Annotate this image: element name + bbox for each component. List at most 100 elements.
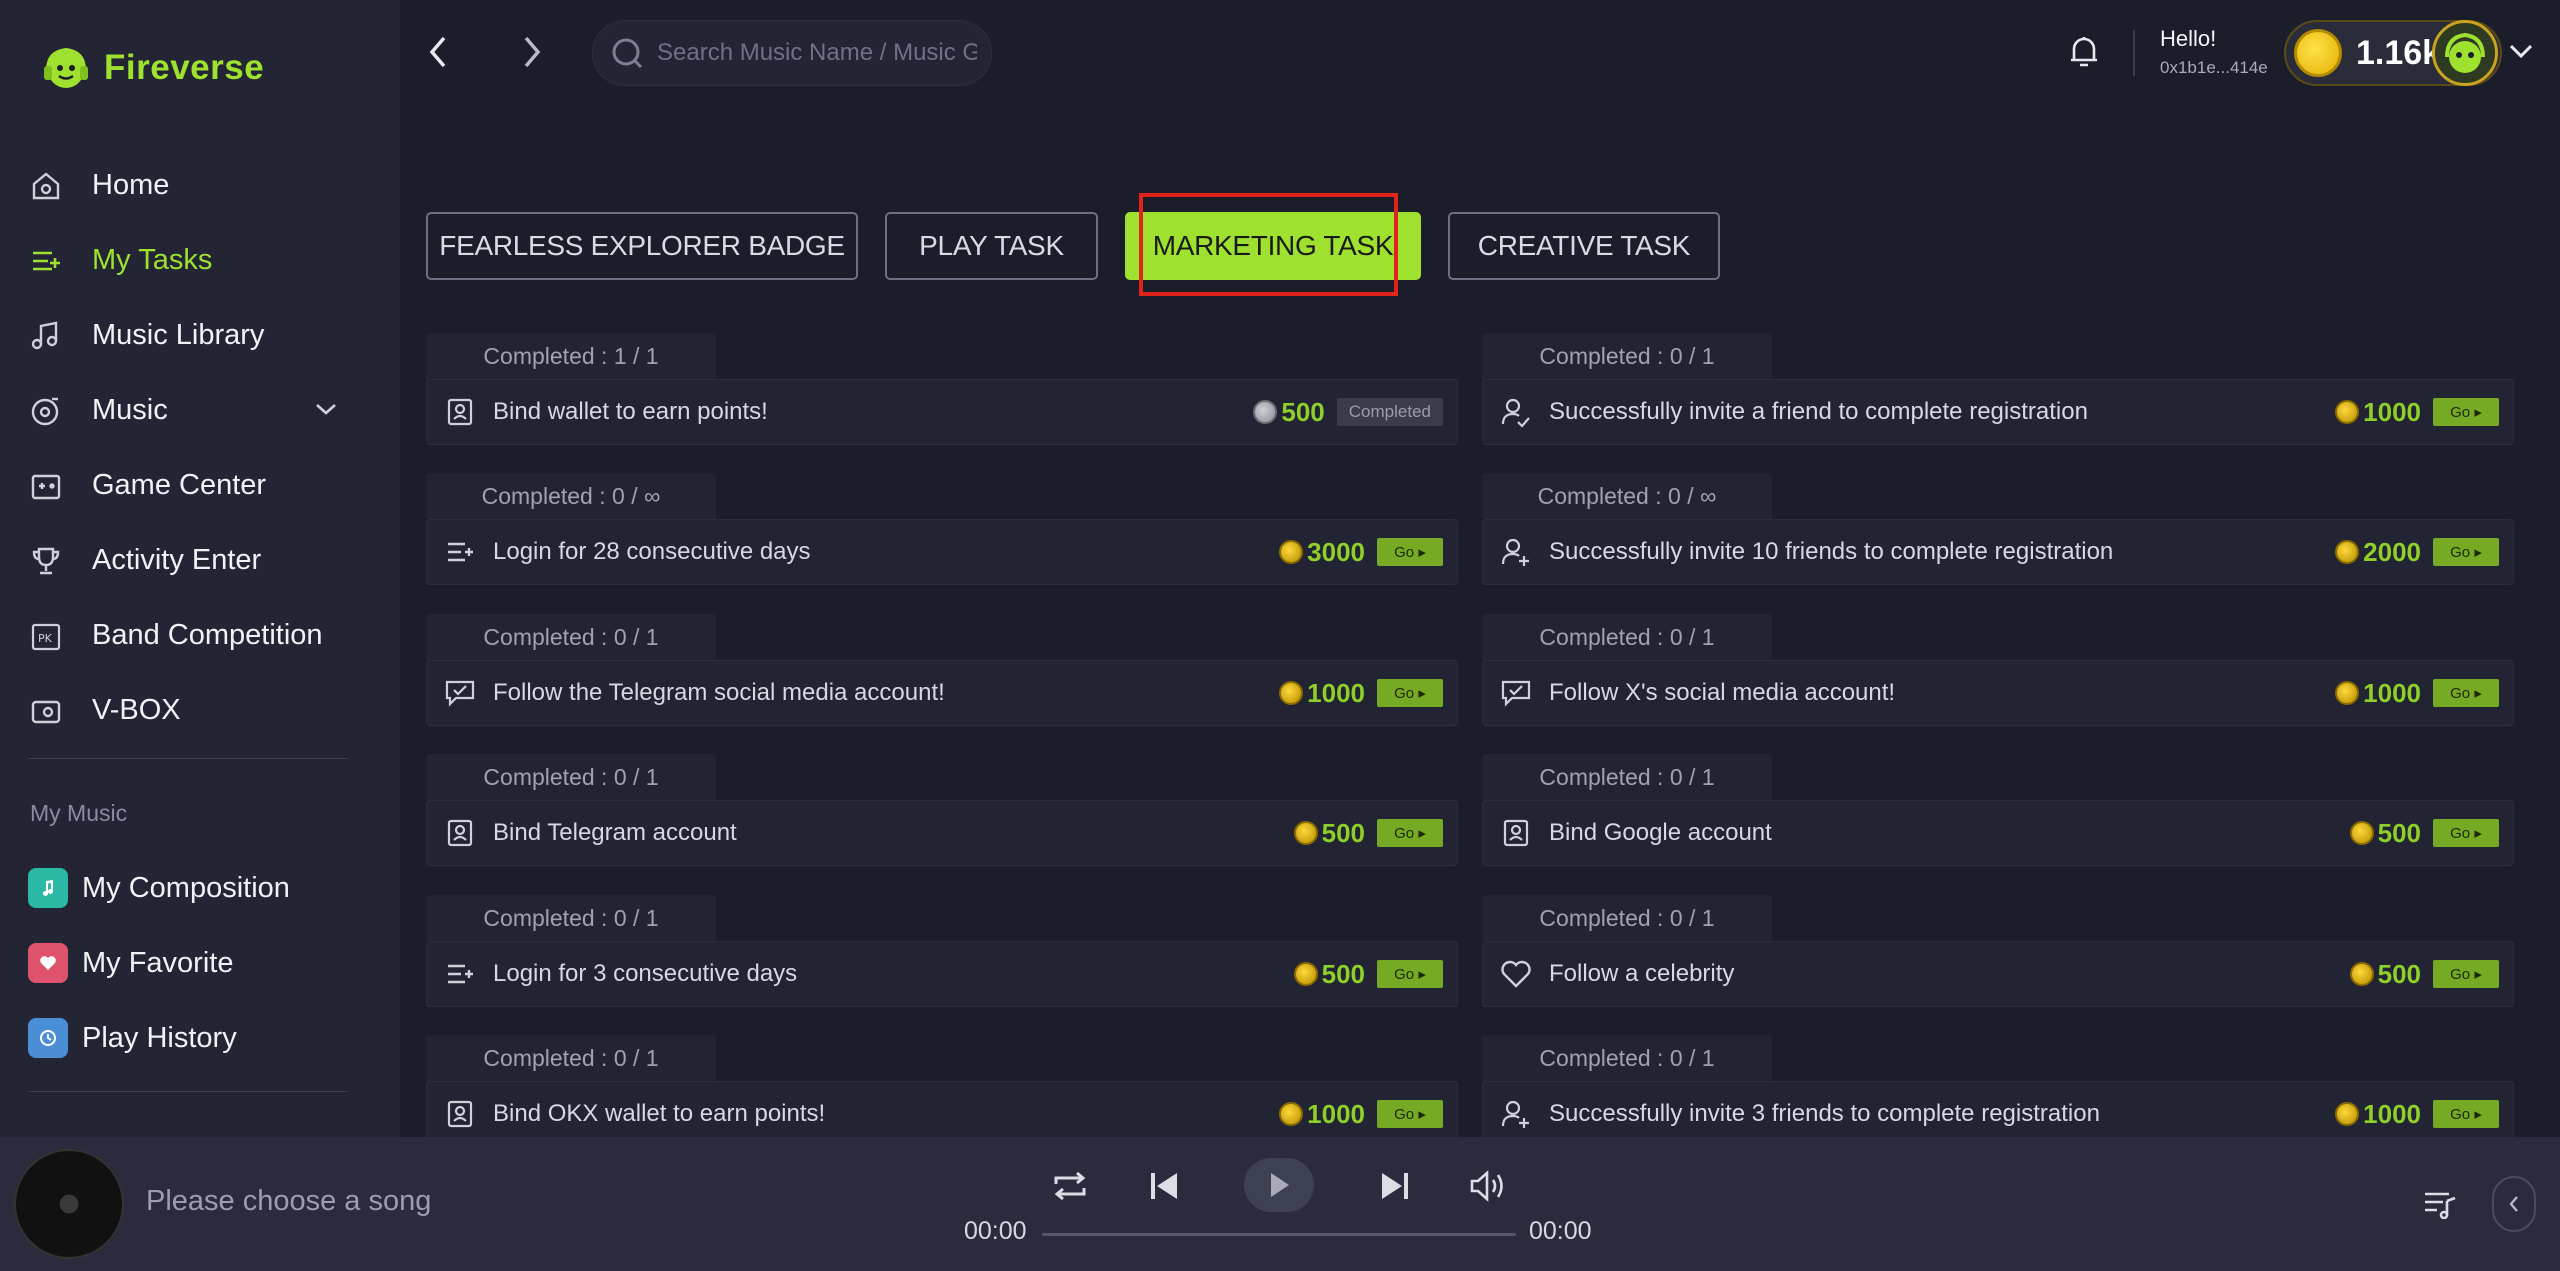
task-card: Completed : 0 / 1 Follow the Telegram so… [426,614,1458,728]
nav-label: Band Competition [92,619,323,651]
coin-icon [1279,681,1304,705]
go-button[interactable]: Go ▸ [2433,538,2499,566]
chevron-down-icon[interactable] [2506,36,2536,66]
sidebar-item-my-favorite[interactable]: My Favorite [28,933,233,993]
repeat-icon [1054,1171,1086,1201]
play-button[interactable] [1244,1158,1314,1212]
task-label: Follow a celebrity [1549,960,1735,987]
nav-game-center[interactable]: Game Center [0,448,400,523]
nav-music-library[interactable]: Music Library [0,298,400,373]
go-button[interactable]: Go ▸ [1377,960,1443,988]
go-button[interactable]: Go ▸ [1377,1100,1443,1128]
go-button[interactable]: Go ▸ [1377,819,1443,847]
previous-button[interactable] [1140,1162,1188,1210]
tab-creative-task[interactable]: CREATIVE TASK [1448,212,1720,280]
coin-icon [1279,540,1304,564]
task-reward: 500 [1293,958,1365,990]
task-reward: 500 [1293,818,1365,849]
user-add-icon [1499,535,1533,569]
go-button[interactable]: Go ▸ [2433,1100,2499,1128]
forward-button[interactable] [510,30,554,74]
task-progress: Completed : 0 / 1 [426,1035,716,1081]
brand-logo[interactable]: Fireverse [38,40,264,96]
volume-button[interactable] [1464,1162,1512,1210]
task-progress: Completed : 0 / 1 [426,614,716,660]
avatar[interactable] [2432,20,2498,86]
task-card: Completed : 0 / ∞ Login for 28 consecuti… [426,473,1458,587]
id-card-icon [1499,816,1533,850]
go-button[interactable]: Go ▸ [2433,819,2499,847]
collapse-player-button[interactable] [2492,1176,2536,1232]
task-progress: Completed : 0 / ∞ [1482,473,1772,519]
search-icon [612,38,643,69]
user-check-icon [1499,395,1533,429]
repeat-button[interactable] [1046,1162,1094,1210]
reward-value: 500 [1321,958,1365,989]
go-button[interactable]: Go ▸ [2433,398,2499,426]
home-icon [28,168,64,204]
time-total: 00:00 [1529,1217,1592,1245]
main-nav: Home My Tasks Music Library Music Game C… [0,148,400,748]
brand-name: Fireverse [104,48,265,87]
progress-bar[interactable] [1042,1233,1516,1236]
reward-value: 1000 [1307,677,1365,708]
task-card: Completed : 0 / 1 Bind Google account 50… [1482,754,2514,868]
history-icon [28,1018,68,1058]
pk-icon: PK [28,618,64,654]
reward-value: 500 [2377,958,2421,989]
go-button[interactable]: Go ▸ [2433,679,2499,707]
reward-value: 1000 [2363,677,2421,708]
task-reward: 1000 [2335,397,2421,428]
back-button[interactable] [416,30,460,74]
nav-label: V-BOX [92,694,181,726]
playlist-button[interactable] [2416,1180,2464,1228]
list-add-icon [443,535,477,569]
sidebar-item-my-composition[interactable]: My Composition [28,858,290,918]
skip-previous-icon [1151,1173,1177,1199]
go-button[interactable]: Go ▸ [1377,679,1443,707]
avatar-icon [2445,32,2485,73]
nav-v-box[interactable]: V-BOX [0,673,400,748]
task-label: Follow the Telegram social media account… [493,679,945,706]
sidebar-item-label: My Composition [82,871,290,904]
coin-icon [2294,29,2342,77]
task-card: Completed : 0 / 1 Successfully invite a … [1482,333,2514,447]
task-card: Completed : 0 / 1 Follow X's social medi… [1482,614,2514,728]
task-label: Bind OKX wallet to earn points! [493,1100,826,1127]
volume-icon [1470,1170,1503,1202]
notification-button[interactable] [2068,34,2100,75]
nav-band-competition[interactable]: PK Band Competition [0,598,400,673]
task-label: Login for 28 consecutive days [493,538,811,565]
nav-label: Home [92,169,170,201]
search-input[interactable] [657,39,977,67]
task-card: Completed : 0 / 1 Successfully invite 3 … [1482,1035,2514,1149]
music-note-icon [28,318,64,354]
go-button[interactable]: Go ▸ [1377,538,1443,566]
greeting: Hello! [2160,26,2217,51]
tab-play-task[interactable]: PLAY TASK [885,212,1098,280]
nav-label: My Tasks [92,244,213,276]
task-label: Successfully invite a friend to complete… [1549,398,2088,425]
user-add-icon [1499,1097,1533,1131]
next-button[interactable] [1371,1162,1419,1210]
sidebar: Fireverse Home My Tasks Music Library Mu… [0,0,400,1137]
chevron-down-icon[interactable] [314,401,338,417]
wallet-address: 0x1b1e...414e [2160,58,2268,77]
nav-my-tasks[interactable]: My Tasks [0,223,400,298]
sidebar-item-play-history[interactable]: Play History [28,1008,237,1068]
vbox-icon [28,693,64,729]
sidebar-item-label: My Favorite [82,946,234,979]
nav-music[interactable]: Music [0,373,400,448]
nav-home[interactable]: Home [0,148,400,223]
task-progress: Completed : 0 / 1 [1482,614,1772,660]
play-icon [1271,1173,1289,1197]
task-label: Follow X's social media account! [1549,679,1896,706]
task-reward: 1000 [2335,1099,2421,1130]
chevron-right-icon [524,36,541,68]
go-button[interactable]: Go ▸ [2433,960,2499,988]
nav-activity-enter[interactable]: Activity Enter [0,523,400,598]
task-label: Login for 3 consecutive days [493,960,798,987]
tasks-icon [28,243,64,279]
task-progress: Completed : 0 / 1 [426,754,716,800]
tab-fearless-explorer-badge[interactable]: FEARLESS EXPLORER BADGE [426,212,858,280]
